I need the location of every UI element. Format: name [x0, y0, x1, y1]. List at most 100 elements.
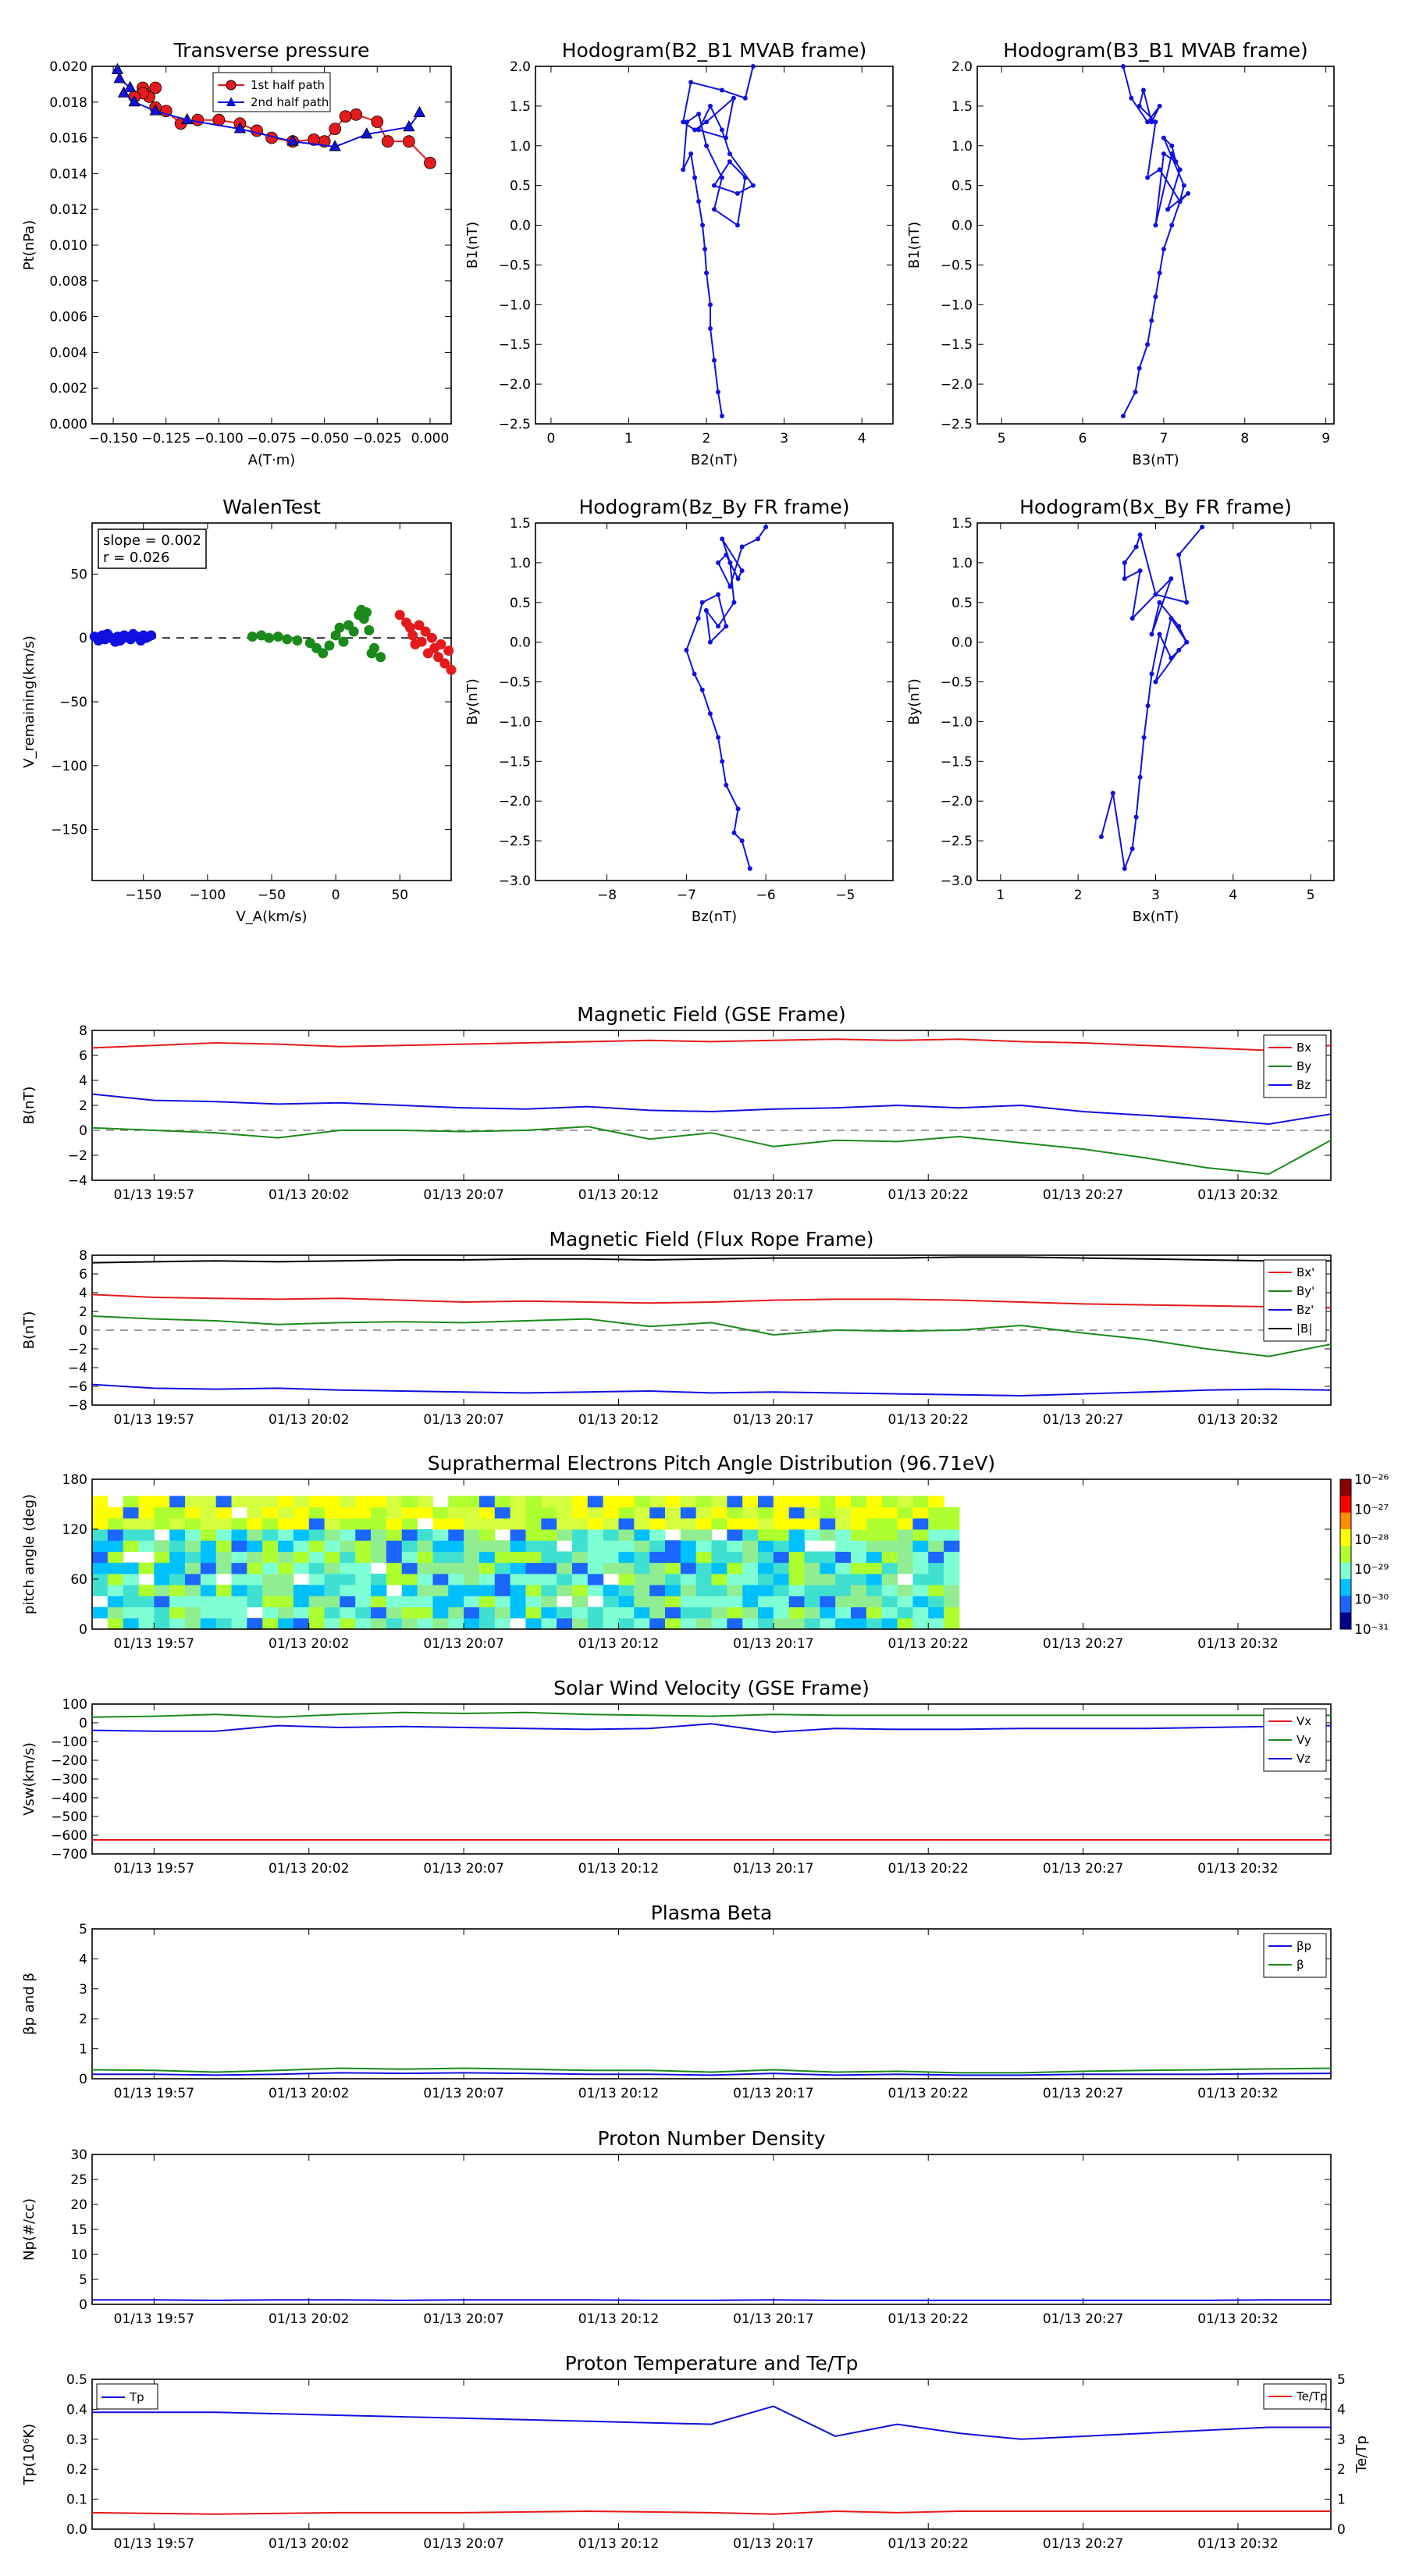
- pad-cell: [541, 1562, 557, 1574]
- hodogram-bxby-point: [1122, 560, 1127, 565]
- pad-cell: [587, 1507, 604, 1519]
- pad-cell: [340, 1496, 356, 1508]
- walen-test-frame: [91, 522, 452, 881]
- pad-cell: [695, 1573, 712, 1585]
- hodogram-bxby-point: [1137, 568, 1143, 574]
- pad-cell: [432, 1517, 449, 1530]
- mag-fr-legend-label: Bx': [1297, 1265, 1314, 1279]
- pad-cell: [571, 1540, 589, 1552]
- hodogram-b2b1-point: [688, 151, 694, 156]
- pad-cell: [680, 1517, 697, 1530]
- pad-cell: [851, 1496, 867, 1508]
- sw-velocity-xticklabel: 01/13 20:17: [733, 1861, 813, 1877]
- pad-cell: [912, 1507, 929, 1519]
- pad-cell: [773, 1606, 790, 1619]
- hodogram-bxby-point: [1149, 671, 1154, 677]
- pad-cell: [773, 1529, 790, 1541]
- pad-cell: [680, 1596, 697, 1608]
- pad-cell: [664, 1507, 681, 1519]
- hodogram-bzby-panel: Hodogram(Bz_By FR frame) −8 −7 −6 −5 −3.0 −2.5…: [464, 496, 894, 925]
- pad-cell: [494, 1585, 511, 1596]
- proton-temp-xticklabel: 01/13 20:32: [1197, 2536, 1278, 2552]
- pad-cell: [758, 1529, 774, 1541]
- pad-cell: [123, 1617, 140, 1630]
- pad-cell: [340, 1562, 356, 1574]
- pad-xticklabel: 01/13 20:22: [888, 1636, 969, 1652]
- mag-fr-xticklabel: 01/13 20:17: [733, 1412, 813, 1428]
- pad-cell: [695, 1496, 712, 1508]
- pad-cell: [618, 1617, 635, 1630]
- pad-cell: [758, 1551, 774, 1564]
- pad-cell: [355, 1540, 372, 1552]
- pad-cell: [185, 1496, 201, 1508]
- transverse-pressure-yticklabel: 0.016: [49, 131, 87, 147]
- sw-velocity-xticklabel: 01/13 20:02: [269, 1861, 349, 1877]
- sw-velocity-ylabel: Vsw(km/s): [21, 1742, 37, 1816]
- pad-colorbar-segment: [1340, 1529, 1351, 1546]
- plasma-beta-yticklabel: 1: [79, 2042, 87, 2058]
- pad-cell: [525, 1551, 542, 1564]
- pad-cell: [634, 1606, 650, 1619]
- pad-cell: [478, 1573, 496, 1585]
- sw-velocity-title: Solar Wind Velocity (GSE Frame): [553, 1677, 870, 1699]
- pad-cell: [200, 1551, 217, 1564]
- pad-cell: [371, 1507, 387, 1519]
- hodogram-bxby-yticklabel: −0.5: [941, 675, 973, 691]
- mag-gse-series-Bz: [91, 1093, 1332, 1126]
- pad-cell: [138, 1507, 155, 1519]
- pad-cell: [308, 1585, 325, 1596]
- walen-test-xticklabel: −100: [190, 888, 226, 903]
- hodogram-b2b1-point: [750, 64, 756, 69]
- pad-cell: [587, 1517, 604, 1530]
- pad-cell: [464, 1585, 480, 1596]
- pad-cell: [649, 1529, 666, 1541]
- plasma-beta-yticklabel: 2: [79, 2012, 87, 2027]
- hodogram-bxby-yticklabel: 1.0: [951, 556, 973, 571]
- pad-cell: [340, 1585, 356, 1596]
- hodogram-b2b1-xticklabel: 1: [624, 431, 633, 447]
- pad-cell: [278, 1617, 294, 1630]
- proton-temp-yticklabel: 0.2: [66, 2462, 87, 2478]
- pad-cell: [215, 1562, 233, 1574]
- pad-cell: [107, 1573, 124, 1585]
- pad-cell: [448, 1551, 464, 1564]
- hodogram-bxby-title: Hodogram(Bx_By FR frame): [1019, 496, 1292, 518]
- pad-cell: [866, 1507, 883, 1519]
- pad-cell: [680, 1551, 697, 1564]
- walen-test-point: [334, 622, 345, 633]
- pad-cell: [494, 1507, 511, 1519]
- pad-cell: [386, 1507, 403, 1519]
- pad-cell: [897, 1617, 913, 1630]
- pad-cell: [107, 1551, 124, 1564]
- plasma-beta-xticklabel: 01/13 20:17: [733, 2086, 813, 2101]
- pad-cell: [897, 1529, 913, 1541]
- pad-cell: [727, 1551, 743, 1564]
- pad-cell: [649, 1540, 666, 1552]
- mag-gse-xticklabel: 01/13 20:22: [888, 1187, 969, 1203]
- proton-density-frame: [91, 2154, 1332, 2305]
- pad-cell: [804, 1507, 820, 1519]
- transverse-pressure-point: [329, 123, 342, 136]
- hodogram-b2b1-point: [681, 167, 686, 173]
- proton-density-xticklabel: 01/13 20:02: [269, 2311, 349, 2327]
- pad-cell: [804, 1606, 820, 1619]
- transverse-pressure-legend-label: 2nd half path: [251, 95, 329, 109]
- pad-cell: [154, 1573, 170, 1585]
- hodogram-bzby-point: [739, 568, 745, 574]
- hodogram-bzby-point: [724, 624, 729, 629]
- pad-cell: [464, 1496, 480, 1508]
- pad-cell: [928, 1617, 944, 1630]
- sw-velocity-yticklabel: −300: [51, 1772, 87, 1788]
- hodogram-b3b1-yticklabel: −2.0: [941, 377, 973, 393]
- pad-cell: [386, 1596, 403, 1608]
- pad-cell: [742, 1551, 759, 1564]
- hodogram-b2b1-point: [727, 151, 732, 156]
- hodogram-bzby-yticklabel: −3.0: [499, 873, 531, 889]
- sw-velocity-legend-label: Vx: [1297, 1714, 1311, 1728]
- hodogram-b3b1-point: [1153, 119, 1158, 125]
- pad-cell: [169, 1596, 186, 1608]
- pad-cell: [571, 1551, 589, 1564]
- pad-cell: [664, 1606, 681, 1619]
- pad-cell: [355, 1529, 372, 1541]
- sw-velocity-yticklabel: −100: [51, 1735, 87, 1750]
